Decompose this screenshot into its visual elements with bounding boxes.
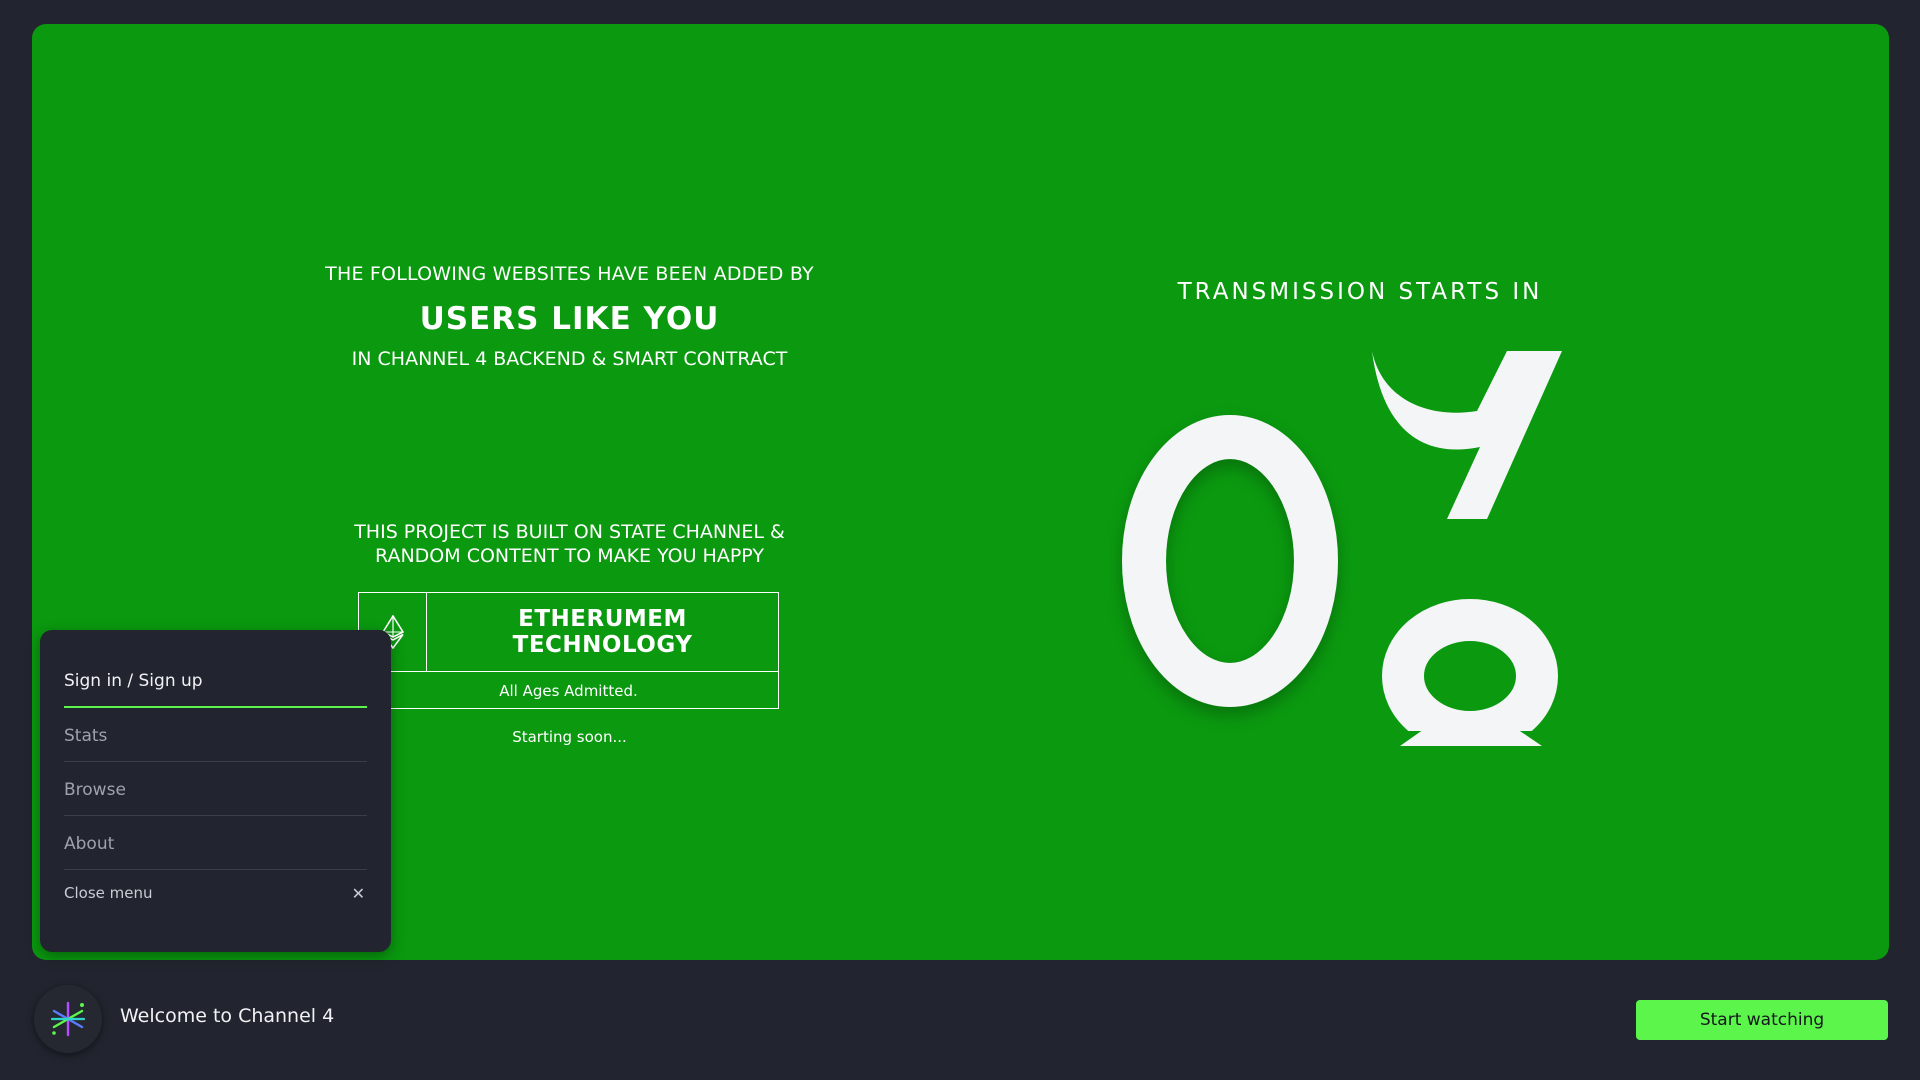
project-line-1: THIS PROJECT IS BUILT ON STATE CHANNEL & (354, 521, 785, 543)
intro-line: THE FOLLOWING WEBSITES HAVE BEEN ADDED B… (325, 263, 814, 285)
project-line-2: RANDOM CONTENT TO MAKE YOU HAPPY (375, 545, 764, 567)
menu-item-browse[interactable]: Browse (64, 764, 367, 816)
ticket-subtitle: All Ages Admitted. (499, 681, 638, 700)
ticket-header: ETHERUMEM TECHNOLOGY (359, 593, 778, 672)
digit-nine (1372, 351, 1562, 519)
ticket-title: ETHERUMEM TECHNOLOGY (512, 606, 693, 658)
intro-subline: IN CHANNEL 4 BACKEND & SMART CONTRACT (351, 348, 788, 370)
menu-item-sign-in[interactable]: Sign in / Sign up (64, 656, 367, 708)
digit-zero (1122, 415, 1338, 707)
side-menu: Sign in / Sign up Stats Browse About Clo… (40, 630, 391, 952)
technology-ticket: ETHERUMEM TECHNOLOGY All Ages Admitted. (358, 592, 779, 709)
headline: USERS LIKE YOU (419, 301, 720, 337)
start-watching-button[interactable]: Start watching (1636, 1000, 1888, 1040)
menu-item-stats[interactable]: Stats (64, 710, 367, 762)
app-screen: THE FOLLOWING WEBSITES HAVE BEEN ADDED B… (0, 0, 1920, 1080)
bottom-bar: Welcome to Channel 4 Start watching (0, 975, 1920, 1065)
close-icon[interactable]: ✕ (352, 884, 365, 903)
close-menu-label: Close menu (64, 884, 153, 902)
countdown-digits (1122, 351, 1562, 761)
info-column: THE FOLLOWING WEBSITES HAVE BEEN ADDED B… (322, 262, 817, 746)
channel-logo-icon (50, 1001, 86, 1037)
status-text: Starting soon... (512, 728, 627, 746)
project-description: THIS PROJECT IS BUILT ON STATE CHANNEL &… (322, 520, 817, 568)
welcome-text: Welcome to Channel 4 (120, 1005, 335, 1027)
digit-eight (1382, 599, 1558, 761)
channel-logo[interactable] (34, 985, 102, 1053)
menu-item-about[interactable]: About (64, 818, 367, 870)
countdown: TRANSMISSION STARTS IN (1082, 279, 1642, 779)
close-menu-button[interactable]: Close menu ✕ (64, 878, 367, 908)
